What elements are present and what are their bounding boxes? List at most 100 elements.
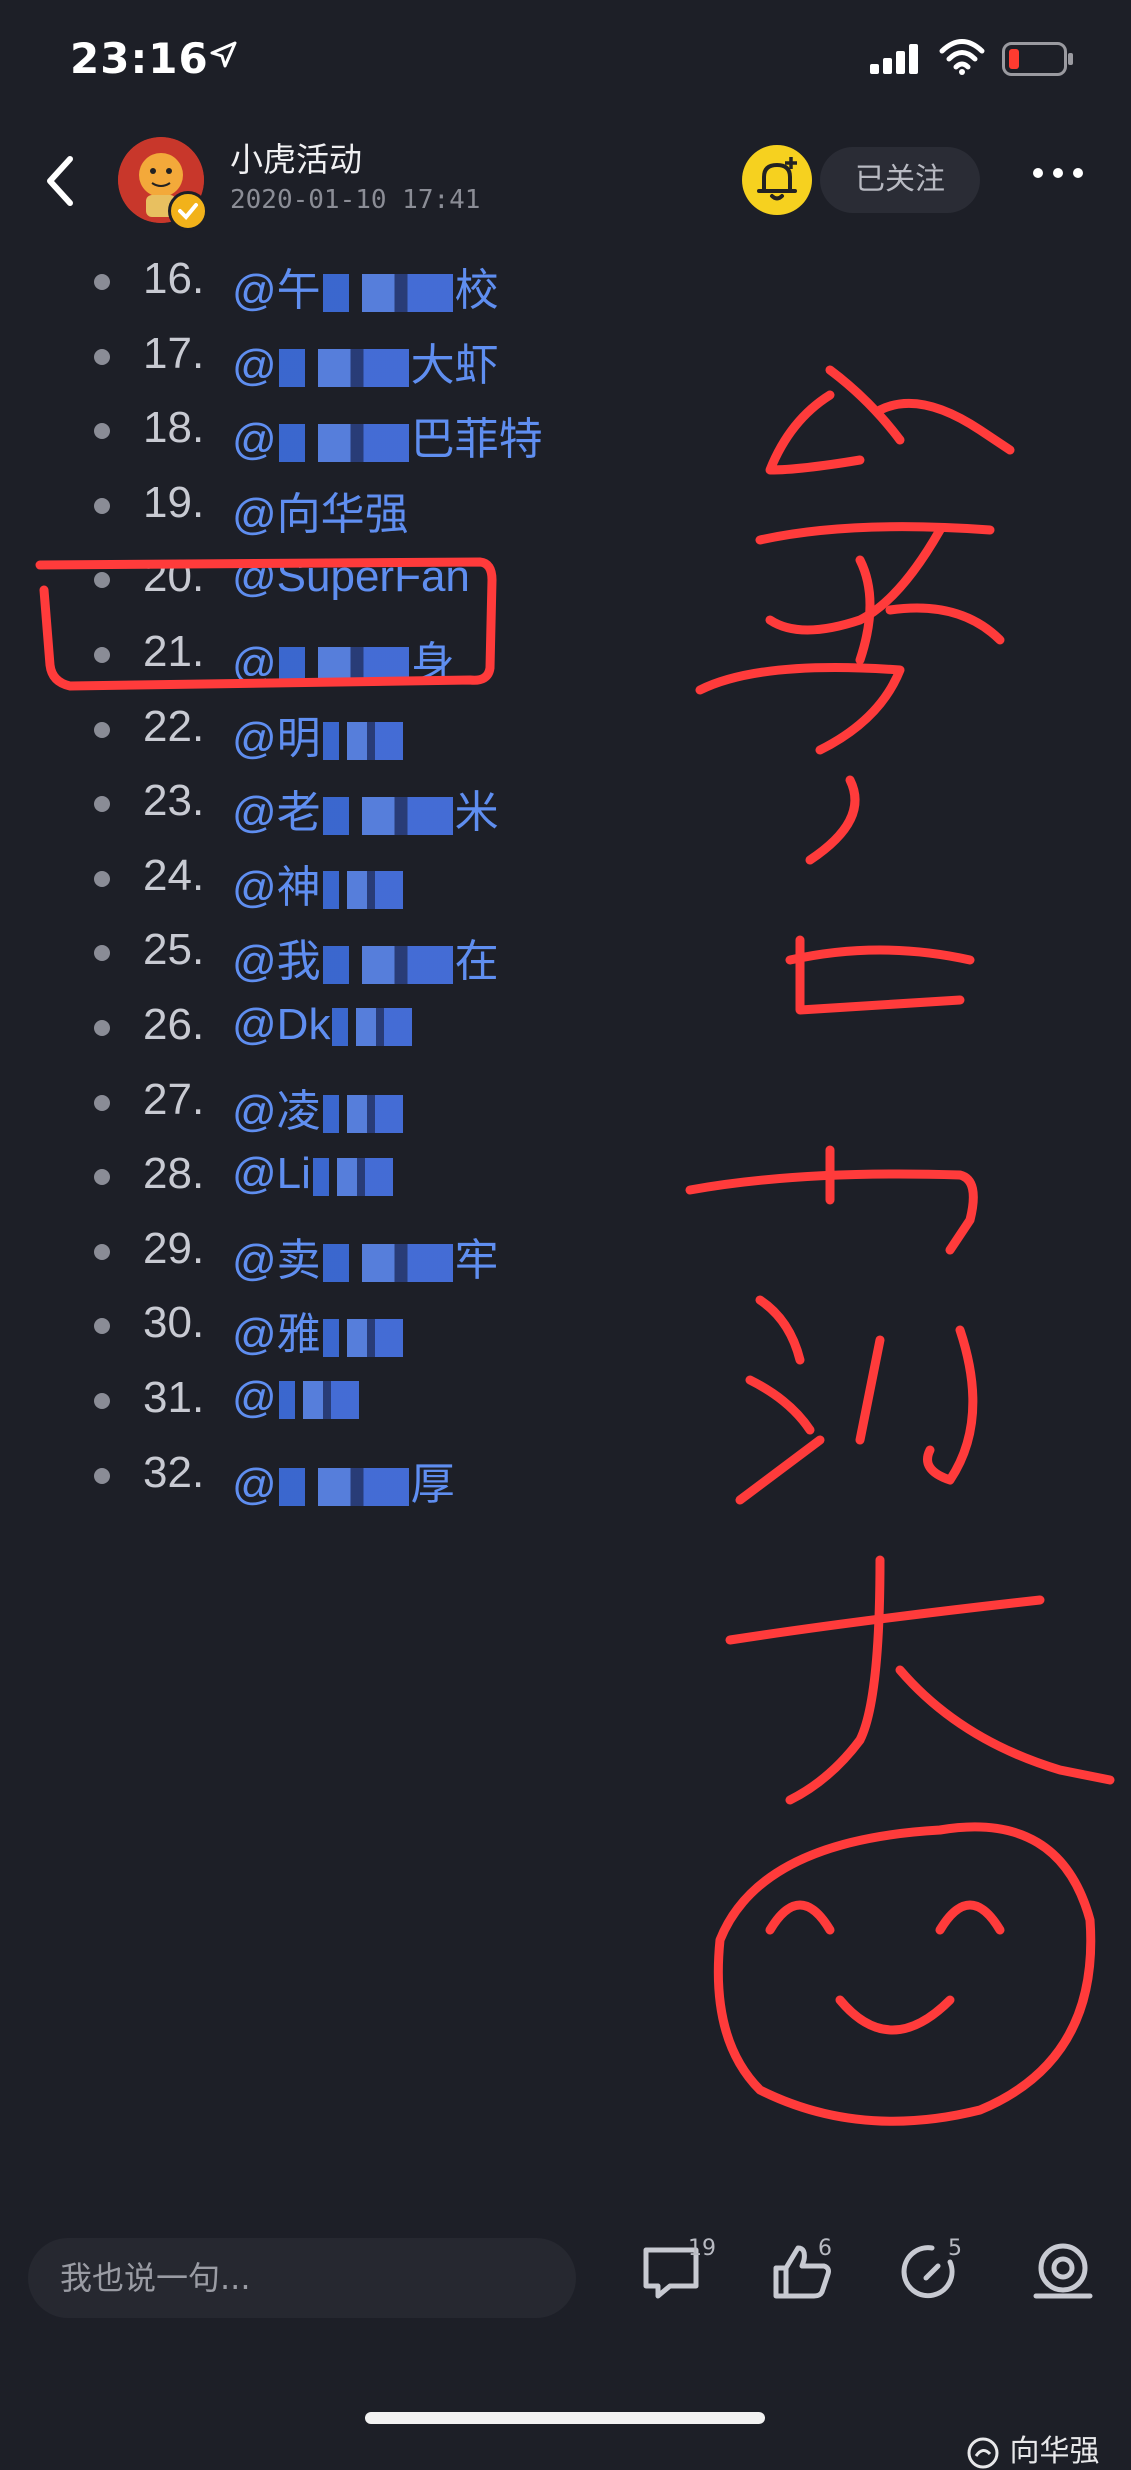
- pixelated-mask: [322, 721, 403, 760]
- pixelated-mask: [278, 1381, 359, 1420]
- mention-tail-text: 校: [454, 266, 499, 315]
- pixelated-mask: [278, 423, 409, 462]
- list-bullet: [94, 1318, 110, 1335]
- list-item-number: 22.: [143, 701, 205, 751]
- list-item: 30. @雅: [0, 1284, 1131, 1364]
- pixelated-mask: [322, 796, 453, 835]
- user-mention-link[interactable]: @雅: [232, 1298, 405, 1362]
- list-item-number: 24.: [143, 850, 205, 900]
- user-mention-link[interactable]: @向华强: [232, 478, 409, 542]
- list-item-number: 21.: [143, 627, 205, 676]
- mention-text: @神: [232, 862, 321, 912]
- user-mention-link[interactable]: @SuperFan: [232, 552, 470, 602]
- user-mention-link[interactable]: @: [232, 1373, 361, 1423]
- user-mention-link[interactable]: @我 在: [232, 925, 499, 989]
- bottom-action-bar: 我也说一句... 19 6 5: [0, 2200, 1131, 2448]
- list-item-number: 25.: [143, 925, 205, 975]
- pixelated-mask: [322, 871, 403, 910]
- list-item: 28. @Li: [0, 1135, 1131, 1215]
- list-bullet: [94, 274, 110, 290]
- list-bullet: [94, 721, 110, 738]
- list-item: 16. @午 校: [0, 240, 1131, 320]
- list-item: 19. @向华强: [0, 464, 1131, 544]
- mention-tail-text: 身: [410, 639, 455, 688]
- list-item: 23. @老 米: [0, 762, 1131, 842]
- list-item-number: 30.: [143, 1298, 205, 1348]
- mention-text: @: [232, 415, 277, 465]
- list-bullet: [94, 647, 110, 663]
- mention-tail-text: 米: [454, 788, 499, 838]
- user-mention-link[interactable]: @午 校: [232, 254, 499, 318]
- user-mention-link[interactable]: @老 米: [232, 776, 499, 840]
- pixelated-mask: [278, 1467, 409, 1506]
- list-item: 20. @SuperFan: [0, 538, 1131, 618]
- likes-count: 6: [818, 2236, 832, 2261]
- list-item: 31. @: [0, 1359, 1131, 1439]
- mention-tail-text: 厚: [410, 1459, 455, 1509]
- user-mention-link[interactable]: @卖 牢: [232, 1224, 499, 1288]
- list-item: 24. @神: [0, 837, 1131, 917]
- list-bullet: [94, 1169, 110, 1186]
- user-mention-link[interactable]: @凌: [232, 1075, 405, 1139]
- pixelated-mask: [332, 1008, 413, 1047]
- mention-text: @Dk: [232, 1000, 331, 1049]
- list-bullet: [94, 572, 110, 589]
- participant-list: 16. @午 校 17. @ 大虾 18. @ 巴菲特 19. @向华强 20. @SuperFan 21…: [0, 0, 1131, 2200]
- mention-tail-text: 在: [454, 937, 499, 987]
- list-item-number: 28.: [143, 1149, 205, 1199]
- user-mention-link[interactable]: @ 厚: [232, 1448, 455, 1512]
- coin-stack-icon: [1033, 2243, 1093, 2299]
- list-item: 25. @我 在: [0, 911, 1131, 991]
- list-item-number: 17.: [143, 328, 205, 378]
- list-bullet: [94, 1467, 110, 1484]
- list-item: 32. @ 厚: [0, 1434, 1131, 1514]
- pixelated-mask: [312, 1157, 393, 1196]
- reward-button[interactable]: [1030, 2242, 1096, 2306]
- list-item-number: 16.: [143, 254, 205, 303]
- mention-text: @: [232, 340, 277, 390]
- mention-text: @: [232, 1373, 277, 1422]
- list-item: 18. @ 巴菲特: [0, 389, 1131, 469]
- list-item-number: 18.: [143, 403, 205, 453]
- mention-text: @午: [232, 266, 321, 315]
- mention-text: @卖: [232, 1235, 321, 1285]
- mention-tail-text: 巴菲特: [410, 415, 543, 465]
- list-item: 29. @卖 牢: [0, 1210, 1131, 1290]
- list-bullet: [94, 796, 110, 813]
- user-mention-link[interactable]: @明: [232, 702, 405, 766]
- mention-text: @凌: [232, 1086, 321, 1136]
- list-item-number: 20.: [143, 552, 205, 602]
- user-mention-link[interactable]: @Dk: [232, 1000, 414, 1050]
- pixelated-mask: [322, 274, 453, 313]
- home-indicator[interactable]: [365, 2412, 765, 2424]
- user-mention-link[interactable]: @Li: [232, 1149, 395, 1199]
- comment-input[interactable]: 我也说一句...: [28, 2238, 576, 2318]
- user-mention-link[interactable]: @神: [232, 851, 405, 915]
- user-mention-link[interactable]: @ 大虾: [232, 329, 499, 393]
- mention-text: @: [232, 1459, 277, 1509]
- list-item-number: 29.: [143, 1223, 205, 1273]
- list-item: 22. @明: [0, 688, 1131, 768]
- list-bullet: [94, 1020, 110, 1036]
- mention-text: @SuperFan: [232, 552, 470, 602]
- list-bullet: [94, 1393, 110, 1409]
- list-bullet: [94, 348, 110, 365]
- mention-tail-text: 大虾: [410, 340, 499, 390]
- list-item-number: 26.: [143, 1000, 205, 1049]
- list-bullet: [94, 497, 110, 514]
- user-mention-link[interactable]: @ 巴菲特: [232, 403, 543, 467]
- mention-text: @: [232, 639, 277, 688]
- list-item: 21. @ 身: [0, 613, 1131, 693]
- list-item: 27. @凌: [0, 1061, 1131, 1141]
- pixelated-mask: [322, 1244, 453, 1283]
- shares-count: 5: [948, 2236, 962, 2261]
- list-bullet: [94, 423, 110, 440]
- list-item: 17. @ 大虾: [0, 315, 1131, 395]
- list-bullet: [94, 1243, 110, 1260]
- list-item-number: 27.: [143, 1074, 205, 1124]
- mention-tail-text: 牢: [454, 1235, 499, 1285]
- pixelated-mask: [322, 1318, 403, 1357]
- mention-text: @雅: [232, 1310, 321, 1360]
- user-mention-link[interactable]: @ 身: [232, 627, 455, 691]
- watermark: 向华强: [966, 2426, 1100, 2470]
